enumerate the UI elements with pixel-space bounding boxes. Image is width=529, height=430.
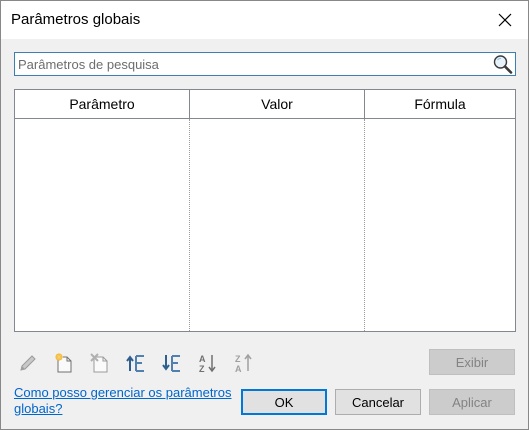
delete-parameter-icon	[90, 353, 108, 373]
new-parameter-icon	[55, 353, 72, 373]
apply-button[interactable]: Aplicar	[429, 389, 515, 415]
search-input[interactable]	[18, 55, 486, 73]
sort-ascending-button[interactable]: A Z	[194, 350, 222, 376]
table-header: Parâmetro Valor Fórmula	[15, 90, 515, 119]
edit-pencil-icon	[20, 355, 36, 371]
search-icon[interactable]	[492, 54, 513, 74]
close-icon	[498, 13, 512, 27]
dialog-title: Parâmetros globais	[11, 11, 141, 28]
help-link[interactable]: Como posso gerenciar os parâmetros globa…	[14, 385, 239, 417]
close-button[interactable]	[482, 1, 528, 39]
move-up-button[interactable]	[122, 350, 150, 376]
cancel-button[interactable]: Cancelar	[335, 389, 421, 415]
global-parameters-dialog: Parâmetros globais Parâmetro Valor Fórmu…	[0, 0, 529, 430]
sort-descending-button[interactable]: Z A	[230, 350, 258, 376]
move-up-icon	[126, 355, 144, 372]
column-header-formula[interactable]: Fórmula	[365, 90, 515, 118]
column-divider	[364, 119, 365, 331]
column-divider	[189, 119, 190, 331]
svg-text:A: A	[235, 364, 242, 374]
column-header-valor[interactable]: Valor	[190, 90, 365, 118]
svg-text:A: A	[199, 354, 206, 364]
move-down-icon	[162, 355, 180, 372]
column-header-parametro[interactable]: Parâmetro	[15, 90, 190, 118]
parameter-toolbar: A Z Z A	[14, 350, 258, 376]
svg-text:Z: Z	[235, 354, 241, 364]
exibir-button[interactable]: Exibir	[429, 349, 515, 375]
search-box	[14, 52, 516, 76]
ok-button[interactable]: OK	[241, 389, 327, 415]
table-body[interactable]	[15, 119, 515, 331]
sort-ascending-icon: A Z	[199, 354, 216, 374]
title-bar: Parâmetros globais	[1, 1, 528, 39]
parameters-table: Parâmetro Valor Fórmula	[14, 89, 516, 332]
move-down-button[interactable]	[158, 350, 186, 376]
new-parameter-button[interactable]	[50, 350, 78, 376]
sort-descending-icon: Z A	[235, 353, 252, 374]
svg-text:Z: Z	[199, 364, 205, 374]
edit-parameter-button[interactable]	[14, 350, 42, 376]
delete-parameter-button[interactable]	[86, 350, 114, 376]
